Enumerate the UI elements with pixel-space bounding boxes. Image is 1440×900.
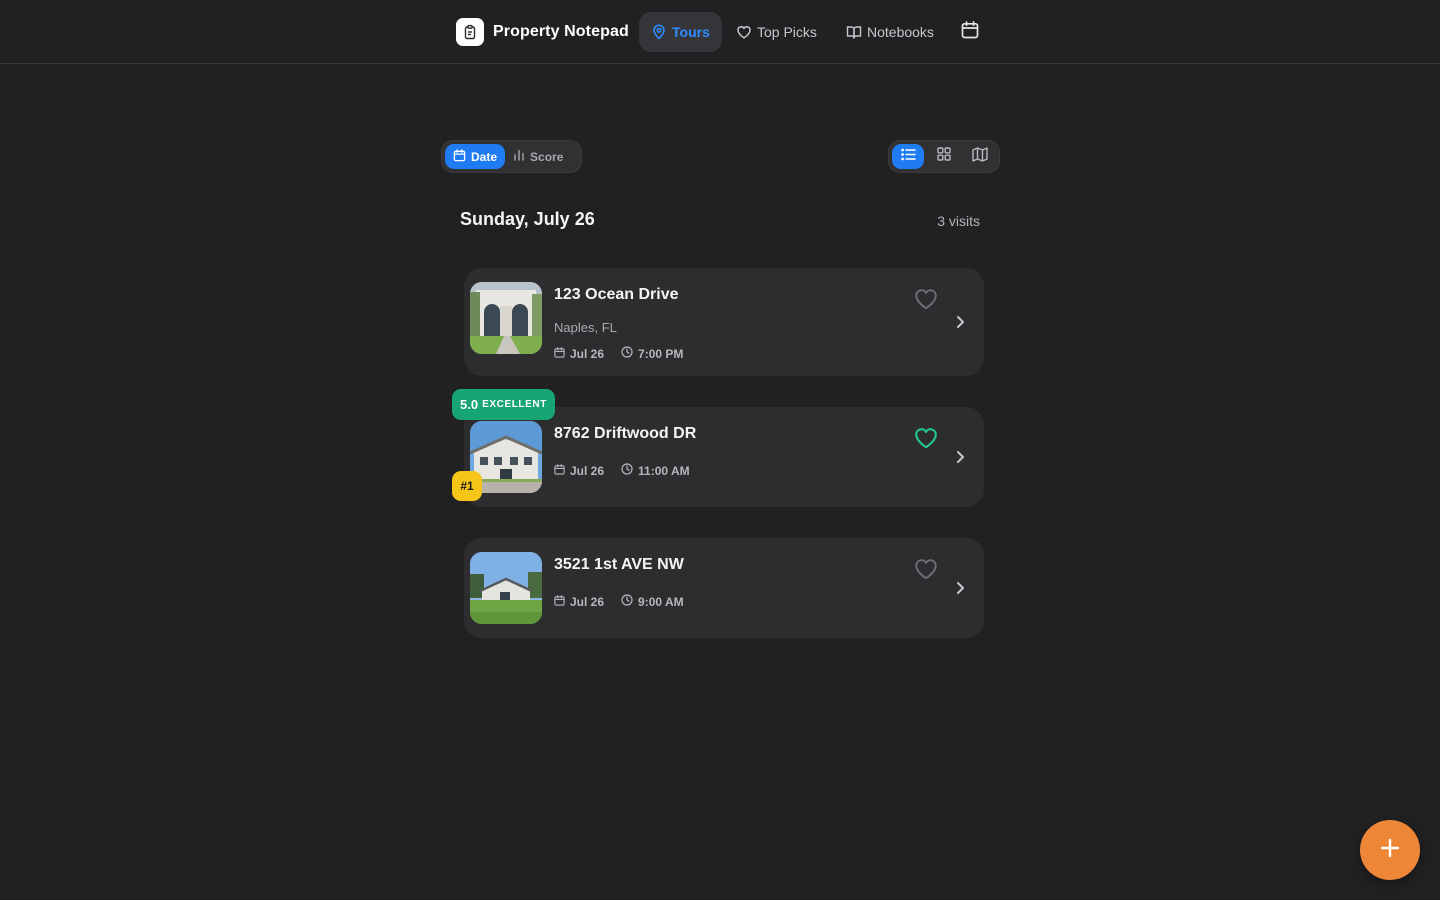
heart-icon	[736, 24, 752, 40]
map-icon	[972, 146, 988, 167]
heart-icon	[913, 428, 939, 455]
visit-count: 3 visits	[937, 213, 980, 229]
visit-time: 11:00 AM	[638, 463, 690, 478]
score-label: EXCELLENT	[482, 399, 547, 410]
clock-icon	[621, 463, 633, 478]
calendar-icon	[554, 346, 565, 361]
heart-icon	[913, 289, 939, 316]
tab-top-picks[interactable]: Top Picks	[724, 12, 829, 52]
sort-date-button[interactable]: Date	[445, 144, 506, 169]
calendar-icon	[453, 148, 466, 165]
grid-view-button[interactable]	[928, 144, 960, 169]
visit-date: Jul 26	[570, 463, 605, 478]
sort-label: Score	[530, 149, 564, 164]
property-address: 8762 Driftwood DR	[554, 425, 697, 442]
list-view-button[interactable]	[892, 144, 924, 169]
chevron-right-icon	[952, 449, 968, 465]
calendar-icon	[554, 594, 565, 609]
visit-datetime: Jul 26 7:00 PM	[554, 346, 683, 361]
favorite-button[interactable]	[913, 556, 939, 582]
score-value: 5.0	[460, 397, 479, 412]
property-photo	[470, 552, 542, 624]
calendar-icon	[554, 463, 565, 478]
calendar-icon	[960, 20, 980, 45]
favorite-button[interactable]	[913, 286, 939, 312]
sort-score-button[interactable]: Score	[505, 144, 571, 169]
group-date-heading: Sunday, July 26	[460, 209, 595, 229]
calendar-button[interactable]	[957, 19, 983, 45]
grid-icon	[937, 147, 951, 166]
visit-datetime: Jul 26 9:00 AM	[554, 594, 684, 609]
book-open-icon	[846, 24, 862, 40]
top-nav-bar: Property Notepad Tours Top Picks Noteboo…	[0, 0, 1440, 64]
visit-time: 7:00 PM	[638, 346, 684, 361]
brand[interactable]: Property Notepad	[456, 18, 629, 46]
property-address: 3521 1st AVE NW	[554, 556, 684, 573]
visit-datetime: Jul 26 11:00 AM	[554, 463, 690, 478]
tab-notebooks[interactable]: Notebooks	[834, 12, 946, 52]
chevron-right-icon	[952, 314, 968, 330]
visit-card[interactable]: 3521 1st AVE NW Jul 26 9:00 AM	[464, 538, 984, 638]
map-view-button[interactable]	[964, 144, 996, 169]
sort-toggle: Date Score	[441, 140, 582, 173]
visit-card[interactable]: 8762 Driftwood DR Jul 26 11:00 AM	[464, 407, 984, 507]
bar-chart-icon	[513, 149, 525, 164]
tab-tours[interactable]: Tours	[639, 12, 722, 52]
visit-card[interactable]: 123 Ocean Drive Naples, FL Jul 26 7:00 P…	[464, 268, 984, 376]
property-address: 123 Ocean Drive	[554, 286, 679, 303]
heart-icon	[913, 559, 939, 586]
visit-date: Jul 26	[570, 346, 605, 361]
tab-label: Notebooks	[867, 24, 934, 40]
visit-date: Jul 26	[570, 594, 605, 609]
clock-icon	[621, 594, 633, 609]
visit-time: 9:00 AM	[638, 594, 684, 609]
chevron-right-icon	[952, 580, 968, 596]
property-photo	[470, 282, 542, 354]
score-badge: 5.0 EXCELLENT	[452, 389, 555, 420]
rank-badge: #1	[452, 471, 482, 501]
app-name: Property Notepad	[493, 23, 629, 40]
list-icon	[900, 148, 916, 166]
property-city: Naples, FL	[554, 320, 617, 335]
tab-label: Top Picks	[757, 24, 817, 40]
favorite-button[interactable]	[913, 425, 939, 451]
plus-icon	[1379, 837, 1401, 864]
clipboard-icon	[456, 18, 484, 46]
tab-label: Tours	[672, 24, 710, 40]
view-mode-toggle	[888, 140, 1000, 173]
map-pin-icon	[651, 24, 667, 40]
clock-icon	[621, 346, 633, 361]
add-visit-button[interactable]	[1360, 820, 1420, 880]
sort-label: Date	[471, 149, 498, 164]
